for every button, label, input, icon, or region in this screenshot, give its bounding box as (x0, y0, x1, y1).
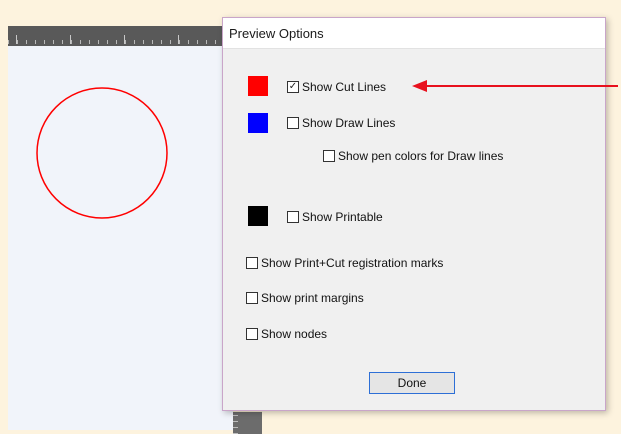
ruler-tick (124, 35, 125, 44)
show-nodes-option[interactable]: Show nodes (246, 327, 327, 341)
show-cut-lines-checkbox[interactable]: ✓ (287, 81, 299, 93)
show-cut-lines-label: Show Cut Lines (302, 80, 387, 94)
show-registration-marks-option[interactable]: Show Print+Cut registration marks (246, 256, 443, 270)
show-draw-lines-label: Show Draw Lines (302, 116, 396, 130)
vertical-ruler (233, 412, 262, 434)
show-nodes-label: Show nodes (261, 327, 328, 341)
show-pen-colors-checkbox[interactable] (323, 150, 335, 162)
show-pen-colors-option[interactable]: Show pen colors for Draw lines (323, 149, 503, 163)
done-button[interactable]: Done (369, 372, 455, 394)
cut-circle-shape[interactable] (35, 86, 171, 222)
annotation-arrow-icon (412, 80, 618, 92)
ruler-tick (178, 35, 179, 44)
show-printable-checkbox[interactable] (287, 211, 299, 223)
show-print-margins-checkbox[interactable] (246, 292, 258, 304)
show-pen-colors-label: Show pen colors for Draw lines (338, 149, 504, 163)
dialog-titlebar: Preview Options (223, 18, 605, 49)
show-print-margins-option[interactable]: Show print margins (246, 291, 364, 305)
show-printable-option[interactable]: Show Printable (287, 210, 383, 224)
show-cut-lines-option[interactable]: ✓ Show Cut Lines (287, 80, 386, 94)
show-draw-lines-checkbox[interactable] (287, 117, 299, 129)
ruler-tick (70, 35, 71, 44)
show-registration-marks-label: Show Print+Cut registration marks (261, 256, 444, 270)
draw-lines-color-swatch (248, 113, 268, 133)
ruler-tick (16, 35, 17, 44)
dialog-title: Preview Options (229, 25, 324, 41)
show-nodes-checkbox[interactable] (246, 328, 258, 340)
show-registration-marks-checkbox[interactable] (246, 257, 258, 269)
show-print-margins-label: Show print margins (261, 291, 364, 305)
printable-color-swatch (248, 206, 268, 226)
show-draw-lines-option[interactable]: Show Draw Lines (287, 116, 395, 130)
cut-lines-color-swatch (248, 76, 268, 96)
dialog-body: ✓ Show Cut Lines Show Draw Lines Show pe… (223, 49, 605, 411)
show-printable-label: Show Printable (302, 210, 383, 224)
preview-options-dialog: Preview Options ✓ Show Cut Lines Show Dr… (222, 17, 606, 411)
checkmark-icon: ✓ (288, 81, 298, 92)
